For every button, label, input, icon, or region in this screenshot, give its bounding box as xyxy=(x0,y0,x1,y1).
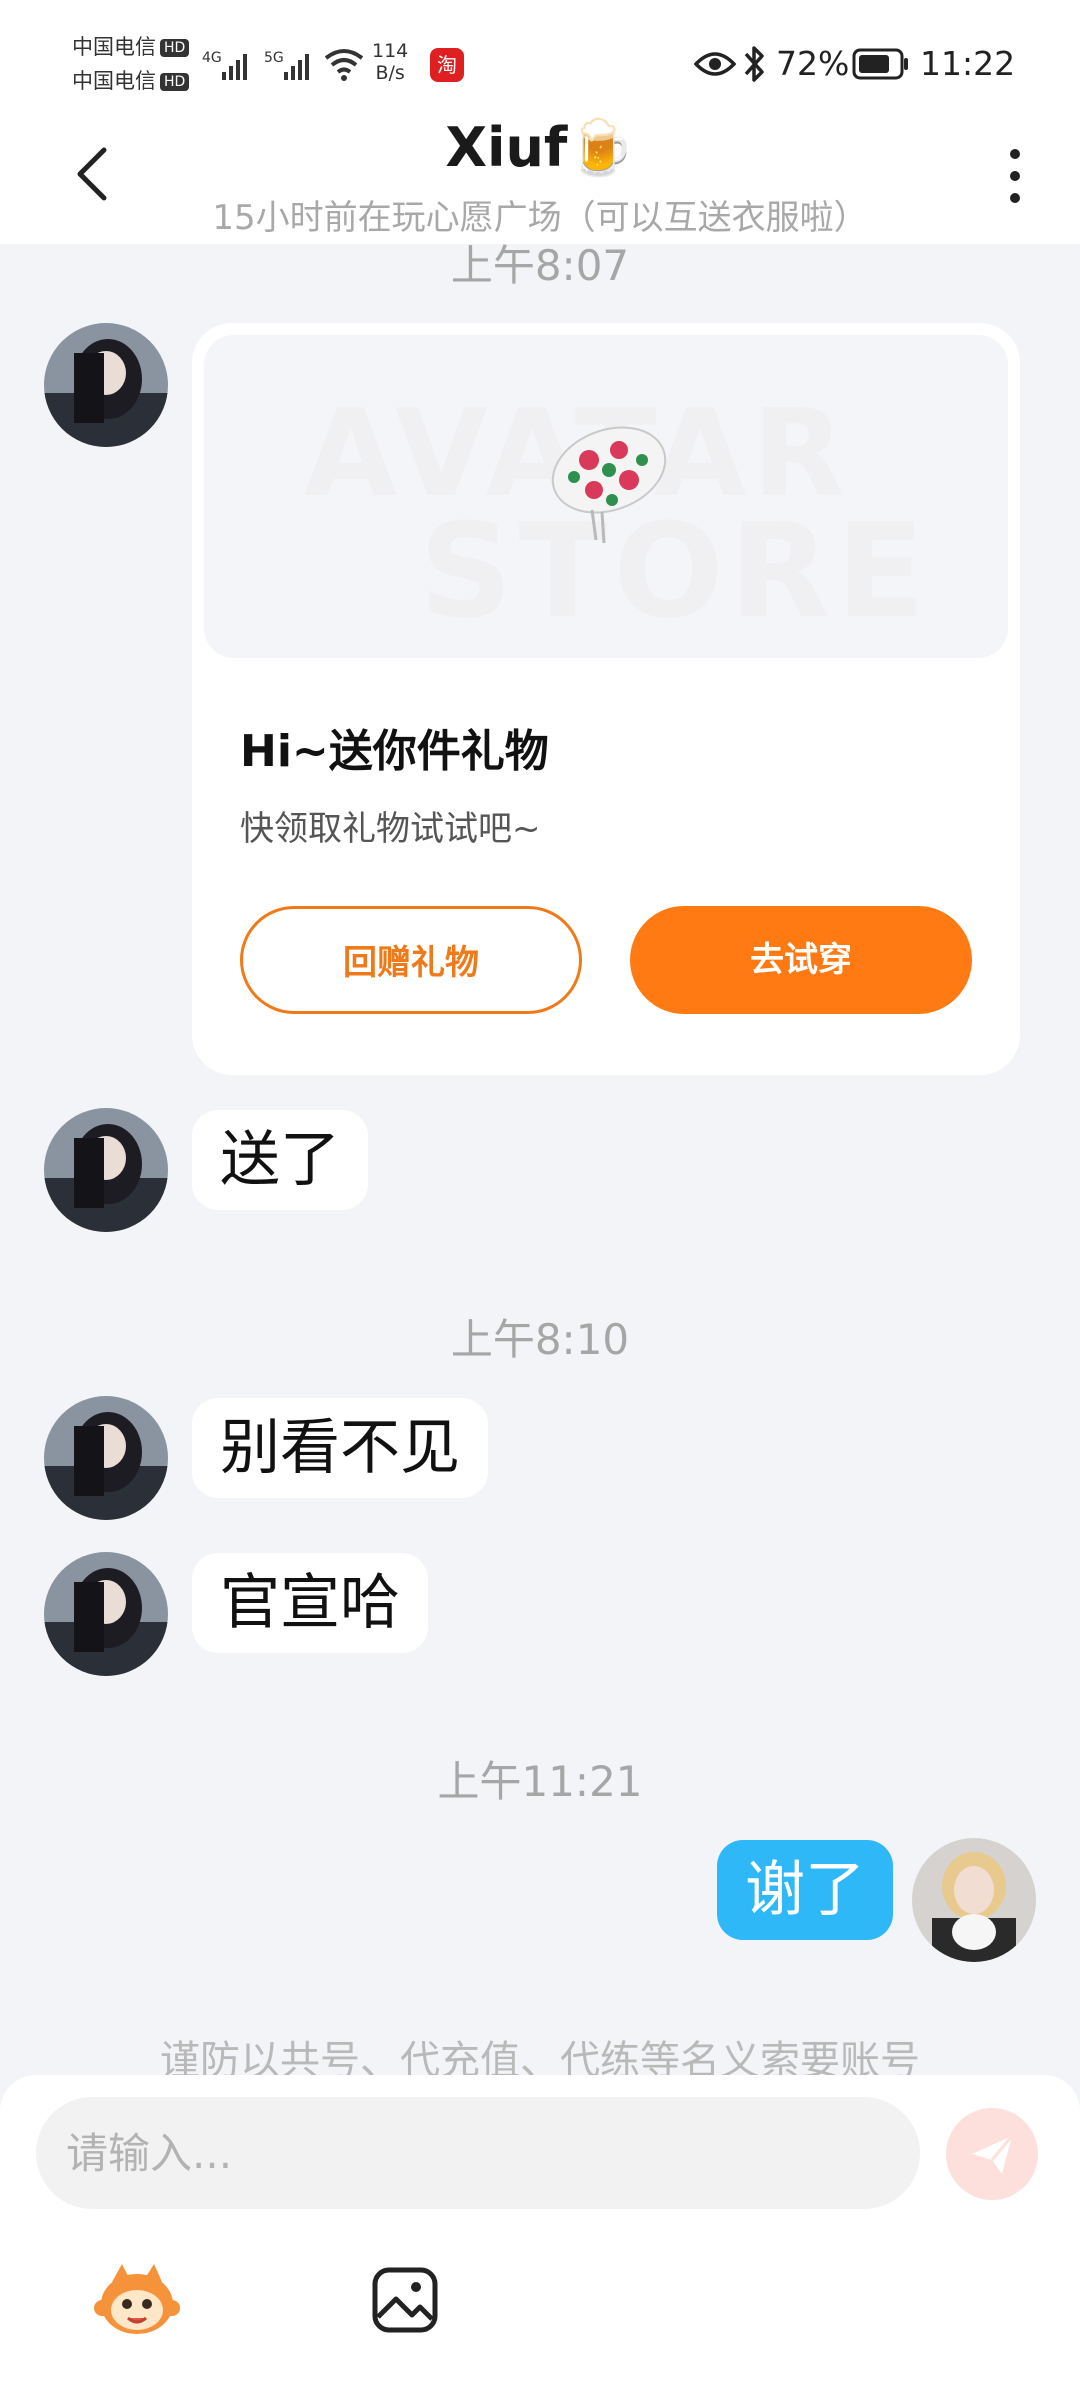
battery-percent: 72% xyxy=(776,44,850,83)
image-picker-icon[interactable] xyxy=(370,2265,440,2335)
gift-image: AVATAR STORE xyxy=(204,335,1008,658)
svg-text:4G: 4G xyxy=(202,50,222,66)
carrier-2-label: 中国电信 xyxy=(72,69,156,93)
input-bar xyxy=(0,2075,1080,2388)
contact-avatar[interactable] xyxy=(44,1396,168,1520)
emoji-mascot-icon[interactable] xyxy=(92,2260,182,2340)
taobao-app-icon: 淘 xyxy=(430,48,464,82)
timestamp-1: 上午8:07 xyxy=(450,241,630,290)
speed-value: 114 xyxy=(372,40,409,62)
timestamp-2: 上午8:10 xyxy=(450,1315,630,1364)
speed-unit: B/s xyxy=(375,62,405,84)
my-avatar[interactable] xyxy=(912,1838,1036,1962)
more-options-icon[interactable] xyxy=(1000,146,1030,206)
wifi-icon xyxy=(324,49,364,81)
send-icon xyxy=(972,2135,1014,2174)
svg-text:5G: 5G xyxy=(264,50,284,66)
gift-title: Hi~送你件礼物 xyxy=(240,726,549,777)
message-bubble[interactable]: 官宣哈 xyxy=(192,1553,428,1653)
gift-card[interactable]: AVATAR STORE Hi~送你件礼物 快领取礼物试试吧~ 回赠礼物 去试穿 xyxy=(192,323,1020,1075)
signal-icon: 4G 5G xyxy=(202,50,309,80)
bluetooth-icon xyxy=(744,46,764,82)
contact-name: Xiuf🍺 xyxy=(445,116,635,179)
gift-cap-icon xyxy=(551,426,667,544)
message-bubble[interactable]: 别看不见 xyxy=(192,1398,488,1498)
battery-icon xyxy=(852,48,908,80)
chat-header: Xiuf🍺 15小时前在玩心愿广场（可以互送衣服啦） xyxy=(0,110,1080,244)
carrier-1: 中国电信 HD xyxy=(72,32,190,62)
message-bubble[interactable]: 送了 xyxy=(192,1110,368,1210)
timestamp-3: 上午11:21 xyxy=(437,1757,643,1806)
outgoing-message-bubble[interactable]: 谢了 xyxy=(717,1840,893,1940)
status-bar: 中国电信 HD 中国电信 HD 4G 5G 114 B/s 淘 72% 11:22 xyxy=(0,0,1080,110)
gift-subtitle: 快领取礼物试试吧~ xyxy=(240,809,541,849)
hd-badge: HD xyxy=(160,39,190,57)
carrier-2: 中国电信 HD xyxy=(72,66,190,96)
return-gift-button[interactable]: 回赠礼物 xyxy=(240,906,582,1014)
clock: 11:22 xyxy=(920,44,1016,83)
send-button[interactable] xyxy=(946,2108,1038,2200)
try-on-button[interactable]: 去试穿 xyxy=(630,906,972,1014)
carrier-1-label: 中国电信 xyxy=(72,35,156,59)
message-input[interactable] xyxy=(36,2097,920,2209)
contact-avatar[interactable] xyxy=(44,323,168,447)
contact-avatar[interactable] xyxy=(44,1552,168,1676)
hd-badge-2: HD xyxy=(160,73,190,91)
contact-avatar[interactable] xyxy=(44,1108,168,1232)
network-speed: 114 B/s xyxy=(372,40,408,84)
eye-icon xyxy=(694,52,736,76)
